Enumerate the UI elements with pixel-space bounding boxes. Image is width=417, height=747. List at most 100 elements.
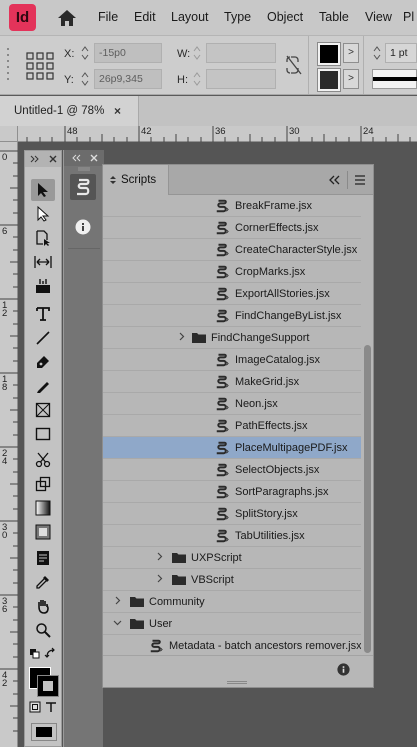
x-field[interactable]: -15p0 bbox=[94, 43, 162, 63]
script-row[interactable]: BreakFrame.jsx bbox=[103, 195, 361, 217]
script-row[interactable]: SplitStory.jsx bbox=[103, 503, 361, 525]
page-tool[interactable] bbox=[31, 227, 55, 249]
menu-table[interactable]: Table bbox=[319, 10, 349, 24]
scrollbar-thumb[interactable] bbox=[364, 345, 371, 653]
chevron-right-icon[interactable] bbox=[177, 332, 186, 344]
stroke-weight-field[interactable]: 1 pt bbox=[385, 43, 417, 63]
reference-point-icon[interactable] bbox=[26, 52, 54, 80]
formatting-affects-icon[interactable] bbox=[29, 701, 59, 713]
script-row[interactable]: PathEffects.jsx bbox=[103, 415, 361, 437]
panel-menu-icon[interactable] bbox=[354, 175, 366, 185]
menu-edit[interactable]: Edit bbox=[134, 10, 156, 24]
vertical-ruler[interactable]: 0 6 1 2 1 8 2 4 3 0 3 6 4 2 bbox=[0, 142, 18, 747]
script-row[interactable]: CropMarks.jsx bbox=[103, 261, 361, 283]
w-field[interactable] bbox=[206, 43, 276, 63]
folder-row[interactable]: User bbox=[103, 613, 361, 635]
script-row[interactable]: PlaceMultipagePDF.jsx bbox=[103, 437, 361, 459]
horizontal-ruler[interactable]: 48 42 36 30 24 bbox=[18, 126, 417, 142]
script-row[interactable]: ImageCatalog.jsx bbox=[103, 349, 361, 371]
scissors-tool[interactable] bbox=[31, 449, 55, 471]
scripts-panel-button[interactable] bbox=[70, 174, 96, 200]
close-icon[interactable]: × bbox=[114, 104, 121, 118]
ruler-origin[interactable] bbox=[0, 126, 18, 142]
menu-type[interactable]: Type bbox=[224, 10, 251, 24]
direct-selection-tool[interactable] bbox=[31, 203, 55, 225]
script-icon bbox=[215, 441, 229, 458]
constrain-proportions-icon[interactable] bbox=[286, 55, 302, 75]
menu-more[interactable]: Pl bbox=[403, 10, 414, 24]
x-stepper[interactable] bbox=[80, 43, 90, 63]
script-row[interactable]: Neon.jsx bbox=[103, 393, 361, 415]
content-collector-tool[interactable] bbox=[31, 275, 55, 297]
line-tool[interactable] bbox=[31, 327, 55, 349]
info-panel-button[interactable] bbox=[70, 214, 96, 240]
info-icon[interactable] bbox=[337, 663, 350, 676]
gap-tool[interactable] bbox=[31, 251, 55, 273]
selection-tool[interactable] bbox=[31, 179, 55, 201]
h-field[interactable] bbox=[206, 69, 276, 89]
fill-swatch[interactable] bbox=[317, 42, 341, 66]
rectangle-frame-tool[interactable] bbox=[31, 399, 55, 421]
scrollbar[interactable] bbox=[361, 195, 373, 655]
stroke-type-select[interactable] bbox=[372, 69, 417, 89]
chevron-right-icon[interactable] bbox=[113, 596, 122, 608]
close-icon[interactable] bbox=[49, 155, 57, 163]
script-row[interactable]: SortParagraphs.jsx bbox=[103, 481, 361, 503]
tab-toggle-icon[interactable] bbox=[109, 175, 117, 185]
y-stepper[interactable] bbox=[80, 69, 90, 89]
gradient-tool[interactable] bbox=[31, 497, 55, 519]
script-row[interactable]: MakeGrid.jsx bbox=[103, 371, 361, 393]
menu-object[interactable]: Object bbox=[267, 10, 303, 24]
gradient-feather-tool[interactable] bbox=[31, 521, 55, 543]
note-tool[interactable] bbox=[31, 547, 55, 569]
expand-icon[interactable] bbox=[71, 154, 81, 162]
script-row[interactable]: CornerEffects.jsx bbox=[103, 217, 361, 239]
rectangle-tool[interactable] bbox=[31, 423, 55, 445]
hand-tool[interactable] bbox=[31, 595, 55, 617]
folder-row[interactable]: Community bbox=[103, 591, 361, 613]
screen-mode-button[interactable] bbox=[31, 723, 57, 741]
script-row[interactable]: Metadata - batch ancestors remover.jsx bbox=[103, 635, 361, 655]
folder-row[interactable]: FindChangeSupport bbox=[103, 327, 361, 349]
script-row[interactable]: CreateCharacterStyle.jsx bbox=[103, 239, 361, 261]
script-row[interactable]: ExportAllStories.jsx bbox=[103, 283, 361, 305]
dock-header[interactable] bbox=[64, 150, 104, 166]
default-swap-colors-icon[interactable] bbox=[29, 647, 57, 661]
stroke-weight-stepper[interactable] bbox=[372, 43, 382, 63]
tools-panel-header[interactable] bbox=[25, 151, 61, 167]
stroke-swatch[interactable] bbox=[317, 68, 341, 92]
stroke-color-swatch[interactable] bbox=[37, 675, 59, 697]
y-field[interactable]: 26p9,345 bbox=[94, 69, 162, 89]
eyedropper-tool[interactable] bbox=[31, 571, 55, 593]
folder-row[interactable]: VBScript bbox=[103, 569, 361, 591]
collapse-icon[interactable] bbox=[30, 155, 40, 163]
script-row[interactable]: FindChangeByList.jsx bbox=[103, 305, 361, 327]
menu-layout[interactable]: Layout bbox=[171, 10, 209, 24]
free-transform-tool[interactable] bbox=[31, 473, 55, 495]
zoom-tool[interactable] bbox=[31, 619, 55, 641]
script-row[interactable]: TabUtilities.jsx bbox=[103, 525, 361, 547]
ruler-label: 1 2 bbox=[2, 300, 8, 319]
menu-view[interactable]: View bbox=[365, 10, 392, 24]
type-tool[interactable] bbox=[31, 303, 55, 325]
h-stepper[interactable] bbox=[192, 69, 202, 89]
fill-dropdown-button[interactable]: > bbox=[343, 43, 359, 63]
pen-tool[interactable] bbox=[31, 351, 55, 373]
pencil-tool[interactable] bbox=[31, 375, 55, 397]
document-tab[interactable]: Untitled-1 @ 78% × bbox=[0, 96, 139, 126]
w-stepper[interactable] bbox=[192, 43, 202, 63]
folder-row[interactable]: UXPScript bbox=[103, 547, 361, 569]
app-logo[interactable]: Id bbox=[9, 4, 36, 31]
stroke-dropdown-button[interactable]: > bbox=[343, 69, 359, 89]
close-icon[interactable] bbox=[90, 154, 98, 162]
chevron-right-icon[interactable] bbox=[155, 552, 164, 564]
script-row[interactable]: SelectObjects.jsx bbox=[103, 459, 361, 481]
scripts-tab[interactable]: Scripts bbox=[103, 165, 169, 195]
collapse-panel-icon[interactable] bbox=[329, 175, 341, 185]
home-icon[interactable] bbox=[56, 8, 78, 28]
chevron-right-icon[interactable] bbox=[155, 574, 164, 586]
chevron-down-icon[interactable] bbox=[113, 618, 122, 630]
resize-grip[interactable] bbox=[227, 681, 247, 684]
menu-file[interactable]: File bbox=[98, 10, 118, 24]
scripts-list[interactable]: BreakFrame.jsx CornerEffects.jsx CreateCha… bbox=[103, 195, 361, 655]
